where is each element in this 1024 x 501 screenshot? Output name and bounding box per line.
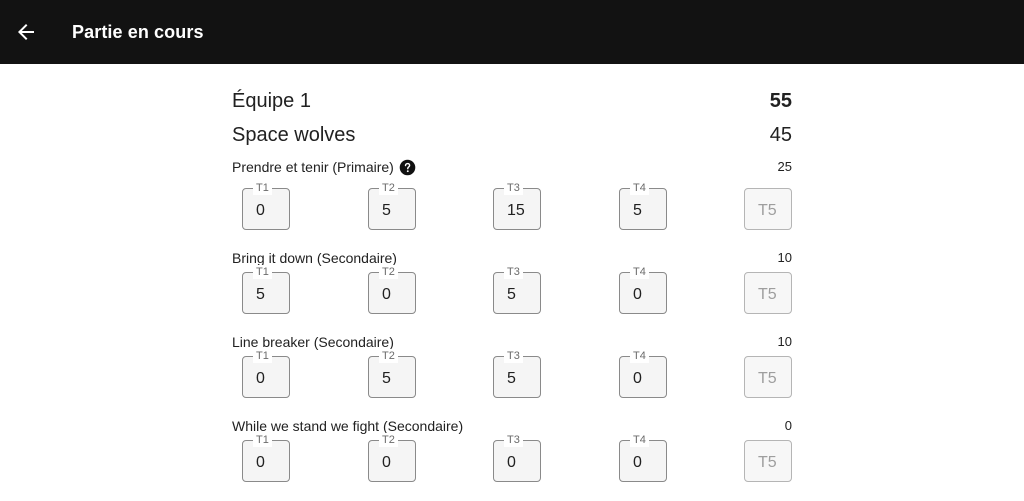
- turn-field-t1[interactable]: T1 0: [242, 181, 290, 230]
- field-label: T4: [630, 181, 649, 195]
- field-label: T2: [379, 433, 398, 447]
- field-label: T3: [504, 181, 523, 195]
- field-value: 5: [256, 286, 265, 303]
- team-score: 55: [769, 90, 792, 112]
- team-score: 45: [769, 124, 792, 146]
- turn-field-t4[interactable]: T4 0: [619, 433, 667, 482]
- field-label: T4: [630, 349, 649, 363]
- field-label: T1: [253, 265, 272, 279]
- mission-title-row: Prendre et tenir (Primaire): [232, 158, 416, 176]
- field-value: 0: [633, 370, 642, 387]
- field-value: 5: [633, 202, 642, 219]
- field-placeholder: T5: [758, 370, 777, 387]
- field-placeholder: T5: [758, 202, 777, 219]
- field-placeholder: T5: [758, 454, 777, 471]
- field-value: 5: [382, 202, 391, 219]
- field-value: 0: [256, 370, 265, 387]
- mission-total: 25: [777, 159, 792, 174]
- turn-field-t3[interactable]: T3 5: [493, 349, 541, 398]
- field-value: 5: [382, 370, 391, 387]
- field-label: T2: [379, 265, 398, 279]
- turn-field-t1[interactable]: T1 0: [242, 433, 290, 482]
- field-placeholder: T5: [758, 286, 777, 303]
- field-value: 0: [382, 454, 391, 471]
- field-value: 0: [633, 286, 642, 303]
- turn-field-t2[interactable]: T2 0: [368, 433, 416, 482]
- field-value: 0: [256, 202, 265, 219]
- back-arrow-icon[interactable]: [14, 20, 38, 44]
- field-value: 5: [507, 370, 516, 387]
- field-label: T1: [253, 349, 272, 363]
- field-label: T4: [630, 433, 649, 447]
- field-label: T2: [379, 349, 398, 363]
- team-row-1: Équipe 1 55: [232, 86, 792, 116]
- turn-field-t2[interactable]: T2 5: [368, 181, 416, 230]
- mission-title: Prendre et tenir (Primaire): [232, 159, 394, 175]
- field-label: T2: [379, 181, 398, 195]
- mission-secondary-3: While we stand we fight (Secondaire) 0 T…: [232, 417, 792, 501]
- field-value: 0: [256, 454, 265, 471]
- turn-field-t3[interactable]: T3 15: [493, 181, 541, 230]
- mission-total: 10: [777, 334, 792, 349]
- turn-field-t5[interactable]: T5: [744, 272, 792, 314]
- field-value: 5: [507, 286, 516, 303]
- turn-field-t5[interactable]: T5: [744, 188, 792, 230]
- field-label: T4: [630, 265, 649, 279]
- field-label: T3: [504, 349, 523, 363]
- team-name: Space wolves: [232, 124, 356, 146]
- field-value: 0: [633, 454, 642, 471]
- turn-field-t1[interactable]: T1 0: [242, 349, 290, 398]
- turn-field-t2[interactable]: T2 0: [368, 265, 416, 314]
- team-name: Équipe 1: [232, 90, 311, 112]
- team-row-2: Space wolves 45: [232, 120, 792, 150]
- field-label: T3: [504, 265, 523, 279]
- field-value: 0: [507, 454, 516, 471]
- field-value: 0: [382, 286, 391, 303]
- mission-total: 10: [777, 250, 792, 265]
- mission-primary: Prendre et tenir (Primaire) 25 T1 0 T2 5…: [232, 158, 792, 242]
- turn-field-t2[interactable]: T2 5: [368, 349, 416, 398]
- turn-field-t5[interactable]: T5: [744, 356, 792, 398]
- turn-field-t3[interactable]: T3 0: [493, 433, 541, 482]
- turn-field-t1[interactable]: T1 5: [242, 265, 290, 314]
- turn-field-t4[interactable]: T4 0: [619, 265, 667, 314]
- turn-field-t4[interactable]: T4 5: [619, 181, 667, 230]
- turn-field-t5[interactable]: T5: [744, 440, 792, 482]
- help-icon[interactable]: [399, 159, 416, 176]
- field-label: T1: [253, 433, 272, 447]
- mission-secondary-2: Line breaker (Secondaire) 10 T1 0 T2 5 T…: [232, 333, 792, 417]
- turn-field-t4[interactable]: T4 0: [619, 349, 667, 398]
- page-title: Partie en cours: [72, 22, 204, 42]
- app-bar: Partie en cours: [0, 0, 1024, 64]
- field-label: T3: [504, 433, 523, 447]
- mission-secondary-1: Bring it down (Secondaire) 10 T1 5 T2 0 …: [232, 249, 792, 333]
- field-label: T1: [253, 181, 272, 195]
- mission-total: 0: [784, 418, 792, 433]
- turn-field-t3[interactable]: T3 5: [493, 265, 541, 314]
- field-value: 15: [507, 202, 525, 219]
